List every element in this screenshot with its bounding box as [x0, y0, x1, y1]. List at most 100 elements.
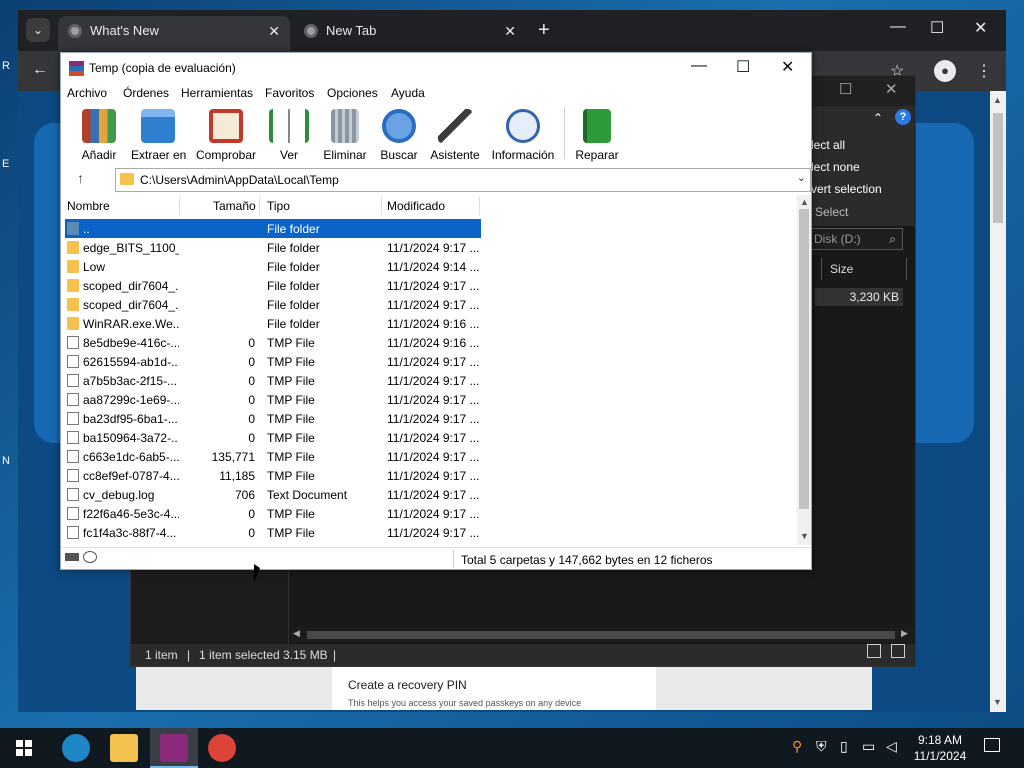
view-button[interactable]: Ver — [267, 109, 311, 163]
details-view-icon[interactable] — [867, 644, 881, 658]
delete-button[interactable]: Eliminar — [321, 109, 369, 163]
explorer-search-box[interactable]: Disk (D:) ⌕ — [811, 228, 903, 250]
security-shield-icon[interactable]: ⛨ — [816, 738, 827, 755]
system-clock[interactable]: 9:18 AM 11/1/2024 — [910, 732, 970, 764]
column-modified[interactable]: Modificado — [387, 199, 445, 213]
invert-selection-button[interactable]: vert selection — [811, 182, 882, 196]
menu-herramientas[interactable]: Herramientas — [181, 86, 253, 100]
dropdown-chevron-icon[interactable]: ⌄ — [797, 171, 806, 184]
tiles-view-icon[interactable] — [891, 644, 905, 658]
find-button[interactable]: Buscar — [379, 109, 419, 163]
select-none-button[interactable]: lect none — [811, 160, 860, 174]
edge-icon[interactable] — [62, 734, 90, 762]
list-item[interactable]: ba23df95-6ba1-... 0 TMP File 11/1/2024 9:17… — [65, 409, 481, 428]
volume-muted-icon[interactable]: ◁ — [886, 738, 897, 755]
start-windows-icon[interactable] — [16, 740, 32, 756]
help-icon[interactable]: ? — [895, 109, 911, 125]
menu-archivo[interactable]: Archivo — [67, 86, 107, 100]
list-item[interactable]: c663e1dc-6ab5-... 135,771 TMP File 11/1/202… — [65, 447, 481, 466]
scroll-down-arrow-icon[interactable]: ▼ — [800, 531, 809, 541]
column-type[interactable]: Tipo — [267, 199, 290, 213]
add-button[interactable]: Añadir — [77, 109, 121, 163]
file-name: WinRAR.exe.We... — [83, 317, 179, 331]
close-icon[interactable]: ✕ — [885, 80, 898, 98]
list-item[interactable]: 62615594-ab1d-... 0 TMP File 11/1/2024 9:17… — [65, 352, 481, 371]
selected-count: 1 item selected — [199, 648, 280, 662]
detail-cells: File folder 11/1/2024 9:17 ... — [179, 276, 481, 295]
list-item[interactable]: cc8ef9ef-0787-4... 11,185 TMP File 11/1/202… — [65, 466, 481, 485]
explorer-hscrollbar[interactable]: ◀ ▶ — [291, 628, 915, 642]
maximize-icon[interactable]: ☐ — [839, 80, 852, 98]
file-name: aa87299c-1e69-... — [83, 393, 179, 407]
up-folder-arrow-icon[interactable]: ↑ — [77, 170, 84, 186]
scroll-right-arrow-icon[interactable]: ▶ — [901, 628, 908, 639]
close-button[interactable]: ✕ — [974, 18, 987, 38]
column-name[interactable]: Nombre — [67, 199, 110, 213]
menu-ordenes[interactable]: Órdenes — [123, 86, 169, 100]
tab-new-tab[interactable]: New Tab ✕ — [294, 16, 526, 51]
winrar-status-bar: Total 5 carpetas y 147,662 bytes en 12 f… — [61, 547, 811, 569]
collapse-ribbon-icon[interactable]: ⌃ — [873, 111, 883, 125]
select-all-button[interactable]: lect all — [811, 138, 845, 152]
detail-cells: File folder 11/1/2024 9:17 ... — [179, 238, 481, 257]
list-item[interactable]: WinRAR.exe.We... File folder 11/1/2024 9:1… — [65, 314, 481, 333]
search-magnifier-icon[interactable]: ⚲ — [792, 738, 802, 755]
list-item[interactable]: f22f6a46-5e3c-4... 0 TMP File 11/1/2024 9:1… — [65, 504, 481, 523]
maximize-button[interactable]: ☐ — [930, 18, 944, 38]
tab-search-chevron-icon[interactable]: ⌄ — [26, 18, 50, 42]
path-combobox[interactable]: C:\Users\Admin\AppData\Local\Temp ⌄ — [115, 168, 811, 192]
tab-close-icon[interactable]: ✕ — [268, 16, 280, 46]
list-item[interactable]: edge_BITS_1100_... File folder 11/1/2024 9… — [65, 238, 481, 257]
list-item[interactable]: aa87299c-1e69-... 0 TMP File 11/1/2024 9:17… — [65, 390, 481, 409]
column-size[interactable]: Tamaño — [213, 199, 256, 213]
list-item[interactable]: Low File folder 11/1/2024 9:14 ... — [65, 257, 481, 276]
test-button[interactable]: Comprobar — [195, 109, 257, 163]
name-cell: ba150964-3a72-... — [65, 428, 179, 447]
list-item[interactable]: scoped_dir7604_... File folder 11/1/2024 9… — [65, 276, 481, 295]
chrome-menu-icon[interactable]: ⋮ — [976, 61, 992, 81]
file-size: 135,771 — [211, 450, 255, 464]
tab-whats-new[interactable]: What's New ✕ — [58, 16, 290, 51]
file-explorer-icon[interactable] — [110, 734, 138, 762]
profile-avatar-icon[interactable]: ● — [934, 60, 956, 82]
menu-opciones[interactable]: Opciones — [327, 86, 378, 100]
file-name: 8e5dbe9e-416c-... — [83, 336, 179, 350]
name-cell: c663e1dc-6ab5-... — [65, 447, 179, 466]
back-arrow-icon[interactable]: ← — [32, 61, 48, 79]
page-scrollbar[interactable]: ▲ ▼ — [990, 91, 1006, 712]
menu-favoritos[interactable]: Favoritos — [265, 86, 314, 100]
list-item[interactable]: fc1f4a3c-88f7-4... 0 TMP File 11/1/2024 9:1… — [65, 523, 481, 542]
winrar-icon[interactable] — [160, 734, 188, 762]
menu-ayuda[interactable]: Ayuda — [391, 86, 425, 100]
notification-center-icon[interactable] — [984, 738, 1000, 752]
scroll-up-arrow-icon[interactable]: ▲ — [800, 197, 809, 207]
scroll-up-arrow-icon[interactable]: ▲ — [993, 95, 1002, 105]
scroll-left-arrow-icon[interactable]: ◀ — [293, 628, 300, 639]
file-list-scrollbar[interactable]: ▲ ▼ — [797, 195, 811, 545]
list-item[interactable]: ba150964-3a72-... 0 TMP File 11/1/2024 9:17… — [65, 428, 481, 447]
close-button[interactable]: ✕ — [781, 57, 794, 77]
new-tab-button[interactable]: + — [538, 20, 550, 40]
size-column-header[interactable]: Size — [821, 258, 907, 280]
repair-button[interactable]: Reparar — [573, 109, 621, 163]
scroll-down-arrow-icon[interactable]: ▼ — [993, 697, 1002, 707]
list-item[interactable]: cv_debug.log 706 Text Document 11/1/2024 9:… — [65, 485, 481, 504]
minimize-button[interactable]: — — [691, 57, 707, 75]
list-item[interactable]: 8e5dbe9e-416c-... 0 TMP File 11/1/2024 9:16… — [65, 333, 481, 352]
wizard-button[interactable]: Asistente — [429, 109, 481, 163]
usb-device-icon[interactable]: ▯ — [840, 738, 848, 755]
list-item[interactable]: scoped_dir7604_... File folder 11/1/2024 9… — [65, 295, 481, 314]
tab-close-icon[interactable]: ✕ — [504, 16, 516, 46]
info-button[interactable]: Información — [489, 109, 557, 163]
list-item[interactable]: a7b5b3ac-2f15-... 0 TMP File 11/1/2024 9:17… — [65, 371, 481, 390]
extract-to-button[interactable]: Extraer en — [131, 109, 186, 163]
maximize-button[interactable]: ☐ — [736, 57, 750, 77]
minimize-button[interactable]: — — [890, 18, 906, 36]
file-name: edge_BITS_1100_... — [83, 241, 179, 255]
list-item[interactable]: .. File folder — [65, 219, 481, 238]
chrome-icon[interactable] — [208, 734, 236, 762]
scroll-thumb[interactable] — [993, 113, 1003, 223]
network-icon[interactable]: ▭ — [862, 738, 875, 755]
scroll-thumb[interactable] — [307, 631, 895, 639]
scroll-thumb[interactable] — [799, 209, 809, 509]
